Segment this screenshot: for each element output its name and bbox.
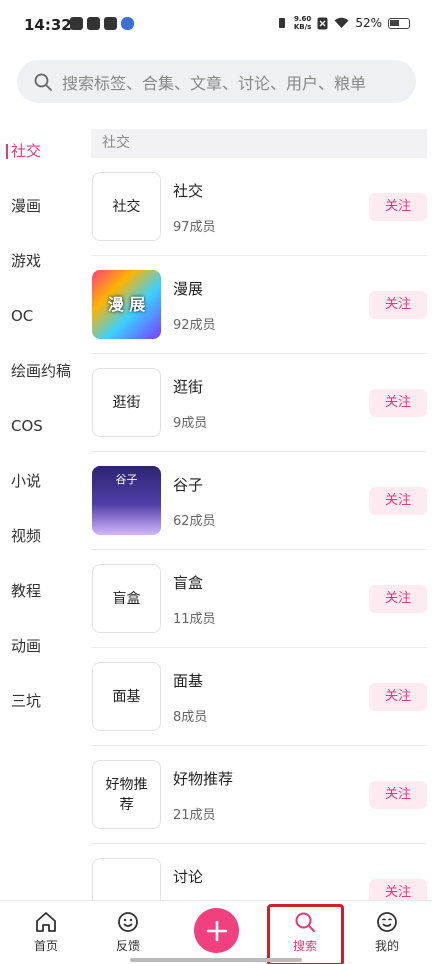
thumbnail-label: 好物推荐 — [105, 776, 148, 813]
group-thumbnail-image: 谷子 — [92, 466, 161, 535]
group-title: 谷子 — [173, 476, 204, 494]
list-item[interactable]: 盲盒 盲盒 11成员 关注 — [91, 550, 427, 648]
net-speed: 9.60 KB/s — [293, 15, 312, 31]
smile-chat-icon — [118, 912, 138, 932]
sidebar-item-social[interactable]: 社交 — [5, 140, 41, 162]
nav-feedback-label: 反馈 — [115, 939, 140, 953]
group-title: 讨论 — [173, 868, 204, 886]
status-bar: 14:32 9.60 KB/s 52% — [0, 0, 432, 50]
status-time: 14:32 — [24, 16, 72, 34]
group-list: 社交 社交 97成员 关注 漫 展 漫展 92成员 关注 逛街 逛街 9成员 关… — [91, 158, 427, 900]
group-title: 漫展 — [173, 280, 204, 298]
follow-button[interactable]: 关注 — [369, 291, 427, 319]
group-title: 好物推荐 — [173, 770, 234, 788]
member-count: 92成员 — [173, 318, 216, 333]
app-notification-icon — [70, 17, 83, 30]
group-thumbnail: 社交 — [92, 172, 161, 241]
follow-button[interactable]: 关注 — [369, 193, 427, 221]
group-thumbnail-image: 漫 展 — [92, 270, 161, 339]
list-item[interactable]: 面基 面基 8成员 关注 — [91, 648, 427, 746]
notification-icons — [70, 17, 134, 30]
list-item[interactable]: 好物推荐 好物推荐 21成员 关注 — [91, 746, 427, 844]
battery-percent: 52% — [355, 16, 382, 30]
app-notification-icon — [121, 17, 134, 30]
list-item[interactable]: 讨论 讨论 关注 — [91, 844, 427, 900]
list-item[interactable]: 逛街 逛街 9成员 关注 — [91, 354, 427, 452]
follow-button[interactable]: 关注 — [369, 389, 427, 417]
group-title: 社交 — [173, 182, 204, 200]
search-bar[interactable]: 搜索标签、合集、文章、讨论、用户、粮单 — [17, 60, 416, 103]
sidebar-item-video[interactable]: 视频 — [11, 525, 41, 547]
member-count: 11成员 — [173, 612, 216, 627]
list-item[interactable]: 社交 社交 97成员 关注 — [91, 158, 427, 256]
follow-button[interactable]: 关注 — [369, 879, 427, 900]
search-icon — [34, 73, 52, 91]
sidebar-item-games[interactable]: 游戏 — [11, 250, 41, 272]
group-thumbnail: 讨论 — [92, 858, 161, 900]
tiktok-icon — [87, 17, 100, 30]
follow-button[interactable]: 关注 — [369, 487, 427, 515]
vibrate-icon — [278, 18, 285, 28]
nav-profile-label: 我的 — [374, 939, 399, 953]
group-thumbnail: 面基 — [92, 662, 161, 731]
member-count: 62成员 — [173, 514, 216, 529]
sidebar-item-animation[interactable]: 动画 — [11, 635, 41, 657]
plus-icon — [206, 920, 227, 941]
nav-profile[interactable]: 我的 — [357, 911, 417, 954]
list-item[interactable]: 漫 展 漫展 92成员 关注 — [91, 256, 427, 354]
list-item[interactable]: 谷子 谷子 62成员 关注 — [91, 452, 427, 550]
sidebar-item-commission[interactable]: 绘画约稿 — [11, 360, 71, 382]
group-title: 面基 — [173, 672, 204, 690]
sidebar-item-cos[interactable]: COS — [11, 415, 43, 437]
home-icon — [36, 912, 56, 932]
gesture-bar — [130, 958, 302, 962]
search-placeholder: 搜索标签、合集、文章、讨论、用户、粮单 — [62, 73, 367, 93]
member-count: 21成员 — [173, 808, 216, 823]
create-button[interactable] — [194, 908, 239, 953]
nav-feedback[interactable]: 反馈 — [98, 911, 158, 954]
sidebar-item-oc[interactable]: OC — [11, 305, 33, 327]
thumbnail-art-label: 谷子 — [115, 473, 138, 486]
sidebar-item-novel[interactable]: 小说 — [11, 470, 41, 492]
section-header: 社交 — [91, 129, 427, 158]
member-count: 97成员 — [173, 220, 216, 235]
thumbnail-art-label: 漫 展 — [107, 294, 146, 314]
sidebar-item-tutorial[interactable]: 教程 — [11, 580, 41, 602]
battery-icon — [388, 17, 410, 29]
member-count: 9成员 — [173, 416, 208, 431]
follow-button[interactable]: 关注 — [369, 781, 427, 809]
nav-home[interactable]: 首页 — [16, 911, 76, 954]
highlight-box — [267, 904, 344, 964]
bottom-nav: 首页 反馈 搜索 我的 — [0, 900, 432, 964]
sidebar-item-comics[interactable]: 漫画 — [11, 195, 41, 217]
group-thumbnail: 逛街 — [92, 368, 161, 437]
group-thumbnail: 盲盒 — [92, 564, 161, 633]
member-count: 8成员 — [173, 710, 208, 725]
group-title: 逛街 — [173, 378, 204, 396]
sim-off-icon — [317, 17, 328, 29]
follow-button[interactable]: 关注 — [369, 683, 427, 711]
nav-home-label: 首页 — [33, 939, 58, 953]
group-thumbnail: 好物推荐 — [92, 760, 161, 829]
wifi-icon — [334, 17, 349, 28]
sidebar-item-sankeng[interactable]: 三坑 — [11, 690, 41, 712]
group-title: 盲盒 — [173, 574, 204, 592]
status-right: 9.60 KB/s 52% — [276, 15, 410, 31]
face-icon — [377, 912, 397, 932]
mail-icon — [104, 17, 117, 30]
follow-button[interactable]: 关注 — [369, 585, 427, 613]
